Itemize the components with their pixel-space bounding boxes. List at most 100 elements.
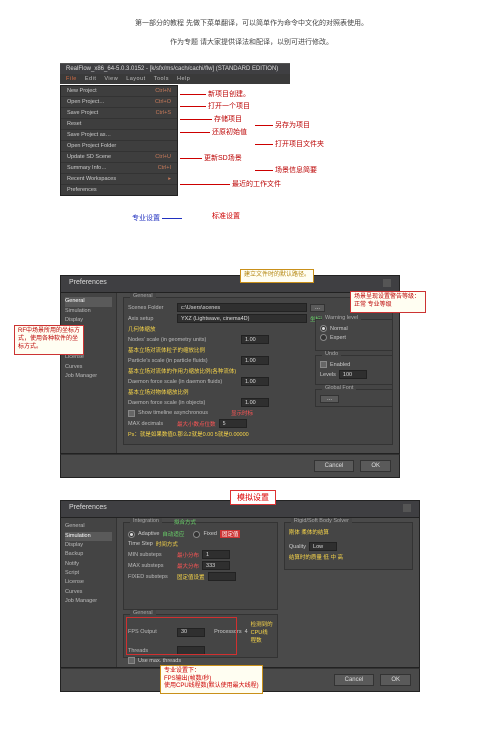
btn-font[interactable]: ... (320, 395, 339, 403)
inp-fps[interactable] (177, 628, 205, 637)
lbl-undo: Enabled (330, 362, 350, 368)
mi-reset[interactable]: Reset (61, 119, 177, 130)
inp-daemon-scale[interactable] (241, 377, 269, 386)
ann-update: 更新SD场景 (202, 153, 244, 163)
chk-usemax[interactable] (128, 657, 135, 664)
lbl-expert: Expert (330, 335, 346, 341)
t2-general[interactable]: General (65, 522, 112, 531)
btn2-ok[interactable]: OK (380, 674, 411, 686)
tree-license[interactable]: License (65, 353, 112, 362)
lbl-min: MIN substeps (128, 552, 174, 558)
mi-pref[interactable]: Preferences (61, 185, 177, 195)
ann-new: 新项目创建。 (206, 89, 252, 99)
mi-new[interactable]: New ProjectCtrl+N (61, 86, 177, 97)
grp-gen: General (130, 610, 156, 616)
ann-summary: 场景信息简要 (273, 165, 319, 175)
inp-threads[interactable] (177, 646, 205, 655)
grp-integration: Integration (130, 518, 162, 524)
chk-undo[interactable] (320, 361, 327, 368)
lbl-levels: Levels (320, 372, 336, 378)
inp-scenes-folder[interactable] (177, 303, 307, 312)
note-warn: 场景呈现设置警告等级：正常 专业等级 (350, 291, 426, 313)
tree-display[interactable]: Display (65, 316, 112, 325)
t2-display[interactable]: Display (65, 541, 112, 550)
t2-script[interactable]: Script (65, 569, 112, 578)
inp-min[interactable] (202, 550, 230, 559)
mi-update[interactable]: Update SD SceneCtrl+U (61, 152, 177, 163)
close-icon-2[interactable] (403, 504, 411, 512)
max-zh: 最大小数点位数 (177, 420, 216, 428)
ann-recent: 最近的工作文件 (230, 179, 283, 189)
t2-simulation[interactable]: Simulation (65, 532, 112, 541)
tl-zh: 显示时标 (231, 409, 253, 417)
min-zh: 最小分布 (177, 551, 199, 559)
menu-edit[interactable]: Edit (85, 76, 96, 82)
inp-max[interactable] (202, 561, 230, 570)
mi-save[interactable]: Save ProjectCtrl+S (61, 108, 177, 119)
rad-expert[interactable] (320, 334, 327, 341)
inp-max-dec[interactable] (219, 419, 247, 428)
mi-summary[interactable]: Summary Info…Ctrl+I (61, 163, 177, 174)
chk-timeline[interactable] (128, 410, 135, 417)
ann-pref: 专业设置 (130, 213, 162, 223)
inp-fixed-sub[interactable] (208, 572, 236, 581)
ann-save: 存储项目 (212, 114, 244, 124)
t2-notify[interactable]: Notify (65, 560, 112, 569)
mi-open[interactable]: Open Project…Ctrl+O (61, 97, 177, 108)
int-zh: 拟合方式 (174, 518, 196, 526)
tree-curves[interactable]: Curves (65, 363, 112, 372)
prefs-titlebar: Preferences (60, 275, 400, 293)
btn-ok[interactable]: OK (360, 460, 391, 472)
tree-simulation[interactable]: Simulation (65, 307, 112, 316)
menu-file[interactable]: File (66, 76, 77, 82)
mi-recent[interactable]: Recent Workspaces▸ (61, 174, 177, 185)
lbl-max: MAX substeps (128, 563, 174, 569)
menu-help[interactable]: Help (177, 76, 190, 82)
mi-saveas[interactable]: Save Project as… (61, 130, 177, 141)
menu-tools[interactable]: Tools (154, 76, 169, 82)
mi-folder[interactable]: Open Project Folder (61, 141, 177, 152)
adp-zh: 自动适应 (162, 530, 184, 538)
tree-jobmgr[interactable]: Job Manager (65, 372, 112, 381)
inp-daemon2-scale[interactable] (241, 398, 269, 407)
browse-icon[interactable]: ... (310, 304, 325, 312)
rad-fixed[interactable] (193, 531, 200, 538)
lbl-daemon2-scale: Daemon force scale (in objects) (128, 400, 238, 406)
val-procs: 4 (245, 629, 248, 635)
ps-note: Ps：就是如果数值0.那么2就是0.00 5就是0.00000 (128, 430, 249, 438)
t2-curves[interactable]: Curves (65, 588, 112, 597)
tree-general[interactable]: General (65, 297, 112, 306)
grp-general: General (130, 293, 156, 299)
menu-bar[interactable]: File Edit View Layout Tools Help (60, 74, 290, 84)
lbl-scenes-folder: Scenes Folder (128, 305, 174, 311)
close-icon[interactable] (383, 279, 391, 287)
rigid-zh: 刚体 柔体的结算 (289, 528, 329, 536)
inp-part-scale[interactable] (241, 356, 269, 365)
grp-warning: Warning level (322, 315, 361, 321)
menu-view[interactable]: View (104, 76, 118, 82)
inp-geom-scale[interactable] (241, 335, 269, 344)
t2-jobmgr[interactable]: Job Manager (65, 597, 112, 606)
t2-backup[interactable]: Backup (65, 550, 112, 559)
rad-normal[interactable] (320, 325, 327, 332)
t2-license[interactable]: License (65, 578, 112, 587)
fixed-sub-zh: 固定值设置 (177, 573, 205, 581)
app-title: RealFlow_x86_64-5.0.3.0152 - [k/sfx/ms/c… (66, 66, 278, 72)
btn2-cancel[interactable]: Cancel (334, 674, 375, 686)
sel-axis[interactable] (177, 314, 307, 323)
menu-layout[interactable]: Layout (126, 76, 146, 82)
lbl-fixed: Fixed (203, 531, 216, 537)
intro-line-2: 作为专题 请大家提供译法和配译，以别可进行修改。 (60, 37, 443, 50)
quality-zh: 结算时的质量 低 中 高 (289, 553, 343, 561)
inp-levels[interactable] (339, 370, 367, 379)
grp-undo: Undo (322, 351, 341, 357)
note-axis: RF中场景所用的坐标方式，使用各种软件的坐标方式。 (14, 325, 84, 354)
grp-font: Global Font (322, 385, 356, 391)
prefs-title: Preferences (69, 279, 107, 289)
sel-quality[interactable] (309, 542, 337, 551)
ann-folder: 打开项目文件夹 (273, 139, 326, 149)
lbl-part-scale: Particle's scale (in particle fluids) (128, 358, 238, 364)
btn-cancel[interactable]: Cancel (314, 460, 355, 472)
ann-open: 打开一个项目 (206, 101, 252, 111)
rad-adaptive[interactable] (128, 531, 135, 538)
